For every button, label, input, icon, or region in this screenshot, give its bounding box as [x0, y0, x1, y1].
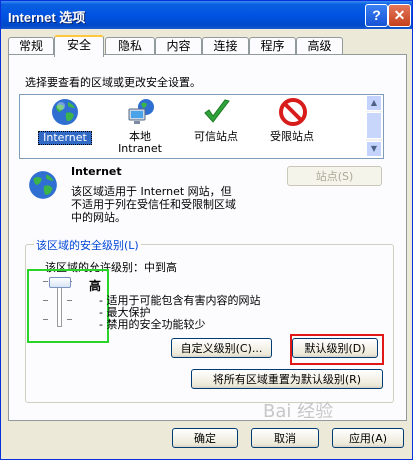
zone-description-line-3: 中的网站。 — [71, 211, 126, 224]
zone-label-intranet-line2: Intranet — [118, 142, 162, 155]
instruction-text: 选择要查看的区域或更改安全设置。 — [25, 76, 201, 89]
slider-tick — [67, 319, 72, 320]
close-button[interactable]: ✕ — [388, 4, 411, 27]
apply-button[interactable]: 应用(A) — [332, 428, 404, 448]
tab-strip: 常规 安全 隐私 内容 连接 程序 高级 — [1, 35, 412, 57]
no-entry-icon — [279, 98, 307, 126]
globe-icon — [52, 99, 78, 125]
window-title: Internet 选项 — [8, 10, 86, 25]
scroll-thumb[interactable] — [366, 112, 382, 139]
cancel-button[interactable]: 取消 — [251, 428, 319, 448]
tab-connections[interactable]: 连接 — [202, 37, 249, 55]
scroll-down-arrow-icon[interactable]: ▼ — [366, 141, 382, 157]
security-level-title: 该区域的安全级别(L) — [34, 237, 141, 253]
tab-general[interactable]: 常规 — [8, 37, 54, 55]
zone-trusted-sites[interactable]: 可信站点 — [178, 95, 254, 157]
tab-security[interactable]: 安全 — [54, 35, 104, 57]
zone-label-internet: Internet — [38, 131, 92, 145]
baidu-watermark: Bai 经验 — [263, 401, 334, 422]
zone-label-restricted: 受限站点 — [270, 130, 314, 143]
help-button[interactable]: ? — [365, 4, 388, 27]
reset-all-zones-button[interactable]: 将所有区域重置为默认级别(R) — [191, 369, 383, 389]
computer-globe-icon — [128, 99, 154, 124]
zone-restricted-sites[interactable]: 受限站点 — [254, 95, 330, 157]
tab-programs[interactable]: 程序 — [249, 37, 296, 55]
ok-button[interactable]: 确定 — [172, 428, 238, 448]
level-bullet-3: - 禁用的安全功能较少 — [99, 318, 206, 331]
slider-thumb[interactable] — [49, 277, 71, 288]
tab-advanced[interactable]: 高级 — [296, 37, 343, 55]
zone-globe-icon — [29, 171, 57, 199]
zone-name: Internet — [71, 165, 122, 178]
tab-content[interactable]: 内容 — [155, 37, 202, 55]
zone-label-trusted: 可信站点 — [194, 130, 238, 143]
zone-label-intranet: 本地 Intranet — [102, 131, 178, 155]
zone-scrollbar[interactable]: ▲ ▼ — [366, 95, 382, 157]
slider-tick — [43, 281, 48, 282]
zone-internet[interactable]: Internet — [26, 95, 102, 157]
internet-options-dialog: Internet 选项 ? ✕ 常规 安全 隐私 内容 连接 程序 高级 选择要… — [0, 0, 413, 460]
title-bar[interactable]: Internet 选项 ? ✕ — [1, 1, 412, 29]
tab-privacy[interactable]: 隐私 — [105, 37, 155, 55]
checkmark-icon — [204, 99, 230, 123]
slider-tick — [67, 300, 72, 301]
default-level-button[interactable]: 默认级别(D) — [292, 338, 378, 358]
zone-local-intranet[interactable]: 本地 Intranet — [102, 95, 178, 157]
scroll-up-arrow-icon[interactable]: ▲ — [366, 95, 382, 111]
custom-level-button[interactable]: 自定义级别(C)... — [171, 338, 272, 358]
slider-tick — [43, 319, 48, 320]
sites-button[interactable]: 站点(S) — [287, 166, 382, 186]
slider-tick — [43, 300, 48, 301]
zone-list: Internet 本地 Intranet 可信站点 受限站点 ▲ ▼ — [19, 94, 384, 159]
